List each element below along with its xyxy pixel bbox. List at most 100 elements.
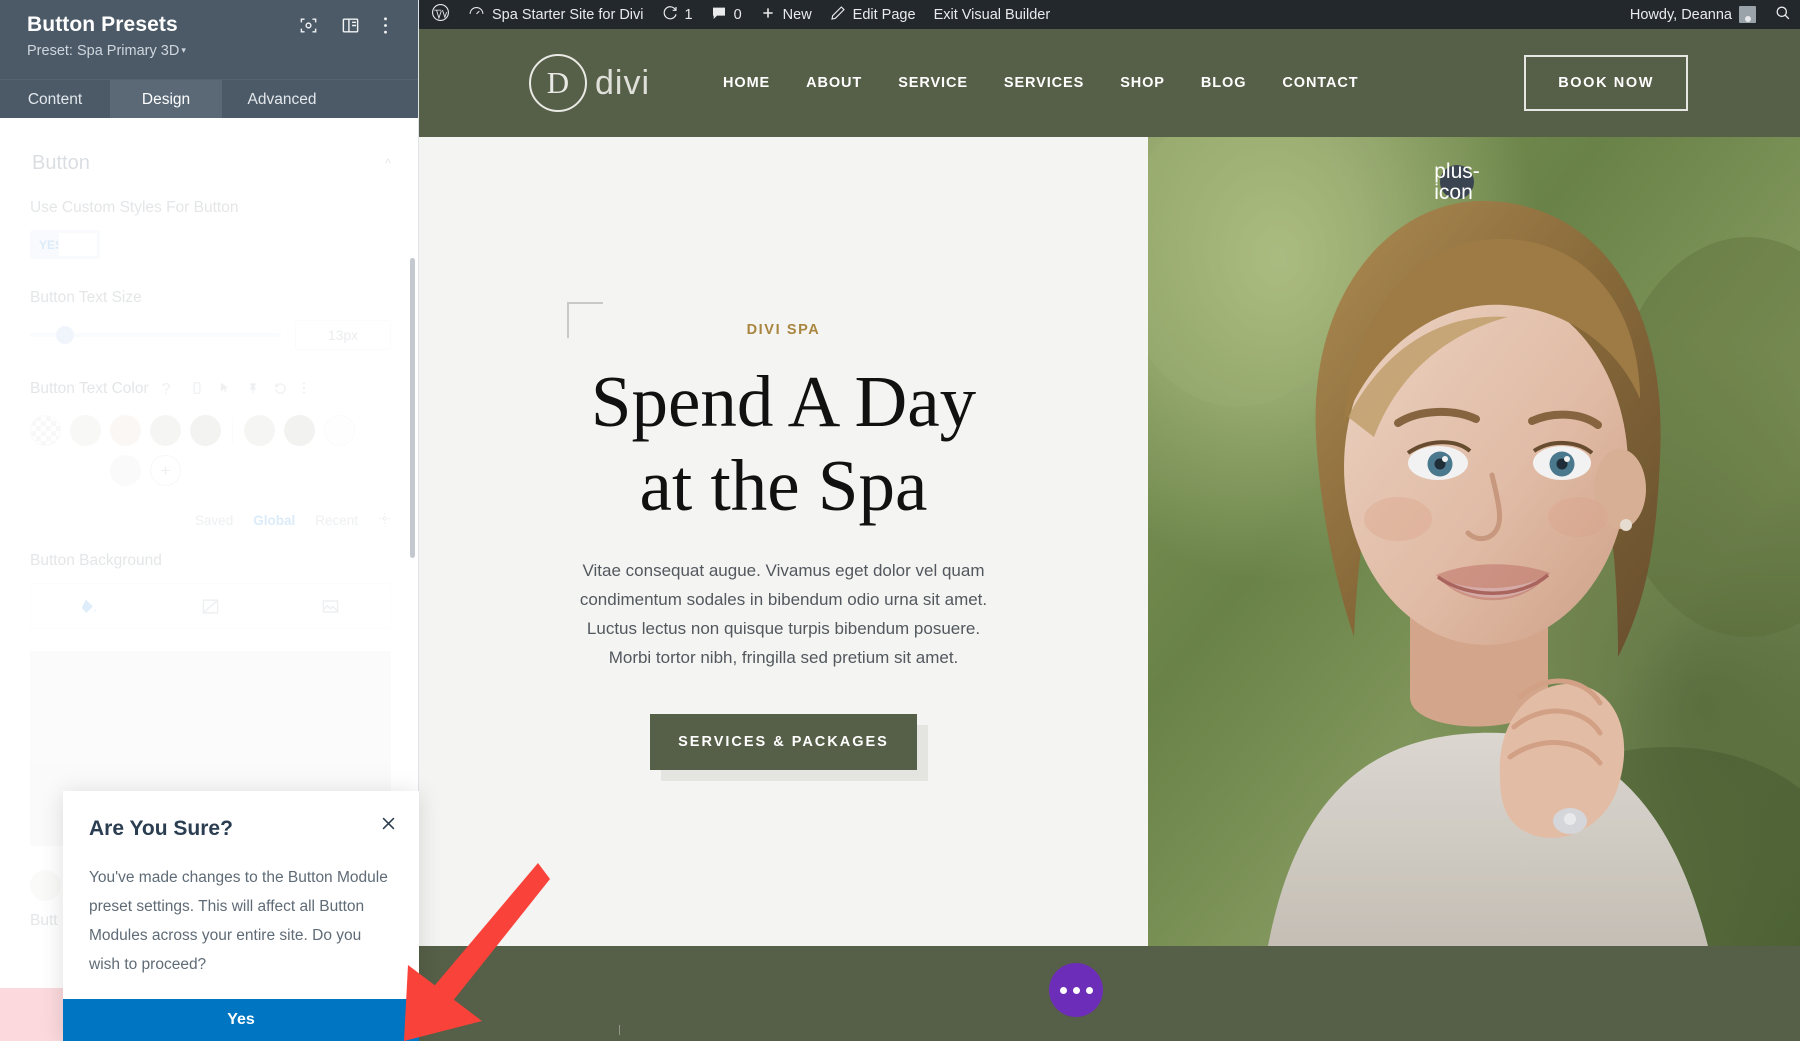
screen-root: Spa Starter Site for Divi 1 0 New Edit P…: [0, 0, 1800, 1041]
updates-count: 1: [684, 6, 693, 23]
nav-item-services[interactable]: SERVICES: [986, 75, 1102, 91]
hero-heading-line-1: Spend A Day: [590, 361, 977, 442]
use-custom-styles-label: Use Custom Styles For Button: [30, 199, 239, 216]
background-image-icon[interactable]: [270, 584, 390, 628]
footer-tick-mark: [619, 1025, 620, 1035]
focus-target-icon[interactable]: [299, 16, 318, 35]
wp-admin-bar: Spa Starter Site for Divi 1 0 New Edit P…: [419, 0, 1800, 29]
hero-section: DIVI SPA Spend A Day at the Spa Vitae co…: [419, 137, 1800, 946]
site-logo[interactable]: D divi: [529, 54, 650, 112]
sticky-pin-icon[interactable]: [246, 381, 261, 396]
palette-tab-global[interactable]: Global: [253, 513, 295, 528]
swatch-color[interactable]: [110, 455, 141, 486]
button-text-size-control: 13px: [30, 320, 391, 350]
hero-paragraph: Vitae consequat augue. Vivamus eget dolo…: [579, 561, 988, 667]
panel-header: Button Presets Preset: Spa Primary 3D ▾: [0, 0, 419, 79]
book-now-button[interactable]: BOOK NOW: [1524, 55, 1688, 111]
site-footer-area: [419, 946, 1800, 1041]
exit-visual-builder-button[interactable]: Exit Visual Builder: [925, 0, 1060, 29]
new-label: New: [782, 6, 812, 23]
new-content-button[interactable]: New: [751, 0, 821, 29]
panel-scrollbar[interactable]: [410, 258, 415, 558]
exit-visual-builder-label: Exit Visual Builder: [933, 6, 1051, 23]
help-icon[interactable]: ?: [162, 381, 177, 398]
modal-message: You've made changes to the Button Module…: [89, 869, 388, 973]
swatch-color[interactable]: [30, 870, 61, 901]
nav-item-blog[interactable]: BLOG: [1183, 75, 1265, 91]
more-horizontal-icon: [1085, 986, 1093, 994]
background-type-tabs: [30, 583, 391, 629]
palette-tab-recent[interactable]: Recent: [315, 513, 358, 528]
tab-content[interactable]: Content: [0, 80, 110, 119]
swatch-color[interactable]: [284, 415, 315, 446]
text-size-value[interactable]: 13px: [295, 320, 391, 350]
button-section-header[interactable]: Button ^: [32, 152, 391, 175]
text-color-swatch-row-2: [30, 455, 391, 486]
site-name-button[interactable]: Spa Starter Site for Divi: [459, 0, 653, 29]
tab-advanced[interactable]: Advanced: [222, 80, 342, 119]
text-size-slider[interactable]: [30, 326, 281, 344]
search-button[interactable]: [1765, 0, 1800, 29]
wp-logo-button[interactable]: [419, 0, 459, 29]
tab-design[interactable]: Design: [110, 80, 222, 119]
visual-builder-fab-button[interactable]: [1049, 963, 1103, 1017]
updates-icon: [662, 5, 678, 25]
wordpress-logo-icon: [431, 3, 450, 26]
swatch-color[interactable]: [150, 415, 181, 446]
layout-columns-icon[interactable]: [341, 16, 360, 35]
swatch-color[interactable]: [70, 415, 101, 446]
more-vertical-icon[interactable]: [302, 381, 317, 396]
comment-icon: [711, 5, 727, 25]
updates-button[interactable]: 1: [653, 0, 702, 29]
swatch-color[interactable]: [110, 415, 141, 446]
nav-item-contact[interactable]: CONTACT: [1264, 75, 1376, 91]
yes-button[interactable]: Yes: [63, 999, 419, 1041]
nav-item-about[interactable]: ABOUT: [788, 75, 880, 91]
use-custom-styles-toggle[interactable]: YES: [30, 230, 100, 259]
dashboard-icon: [468, 4, 485, 25]
hero-heading: Spend A Day at the Spa: [591, 360, 976, 528]
close-icon[interactable]: [380, 815, 397, 837]
nav-item-service[interactable]: SERVICE: [880, 75, 986, 91]
nav-item-home[interactable]: HOME: [705, 75, 788, 91]
site-header: D divi HOME ABOUT SERVICE SERVICES SHOP …: [419, 29, 1800, 137]
swatch-color[interactable]: [244, 415, 275, 446]
background-color-icon[interactable]: [31, 584, 151, 628]
more-horizontal-icon: [1072, 986, 1080, 994]
background-gradient-icon[interactable]: [151, 584, 271, 628]
nav-item-shop[interactable]: SHOP: [1102, 75, 1183, 91]
add-swatch-button[interactable]: [150, 455, 181, 486]
edit-page-button[interactable]: Edit Page: [821, 0, 925, 29]
swatch-color[interactable]: [190, 415, 221, 446]
account-menu[interactable]: Howdy, Deanna: [1618, 0, 1765, 29]
chevron-up-icon[interactable]: ^: [385, 156, 391, 171]
swatch-transparent[interactable]: [30, 415, 61, 446]
divi-logo-icon: D: [529, 54, 587, 112]
comments-button[interactable]: 0: [702, 0, 751, 29]
reset-icon[interactable]: [274, 381, 289, 396]
button-text-color-label: Button Text Color: [30, 380, 149, 397]
text-color-swatch-row-1: [30, 415, 391, 446]
preset-selector[interactable]: Preset: Spa Primary 3D ▾: [27, 43, 401, 59]
hover-cursor-icon[interactable]: [218, 381, 233, 396]
swatch-divider: [232, 417, 233, 444]
hero-eyebrow: DIVI SPA: [746, 322, 821, 338]
palette-tab-saved[interactable]: Saved: [195, 513, 233, 528]
palette-source-tabs: Saved Global Recent: [30, 512, 391, 528]
confirmation-modal: Are You Sure? You've made changes to the…: [63, 791, 419, 1041]
search-icon: [1774, 4, 1791, 25]
pencil-icon: [830, 5, 846, 25]
responsive-icon[interactable]: [190, 381, 205, 396]
admin-bar-right: Howdy, Deanna: [1618, 0, 1800, 29]
more-horizontal-icon: [1059, 986, 1067, 994]
more-vertical-icon[interactable]: [383, 16, 402, 35]
services-packages-button[interactable]: SERVICES & PACKAGES: [650, 714, 917, 770]
button-background-label: Button Background: [30, 552, 162, 569]
edit-page-label: Edit Page: [852, 6, 916, 23]
palette-settings-icon[interactable]: [378, 512, 391, 528]
hero-portrait-photo: [1148, 137, 1800, 946]
primary-navigation: HOME ABOUT SERVICE SERVICES SHOP BLOG CO…: [705, 75, 1376, 91]
swatch-color[interactable]: [324, 415, 355, 446]
add-section-button[interactable]: plus-icon: [1434, 161, 1480, 203]
slider-handle[interactable]: [56, 326, 74, 344]
